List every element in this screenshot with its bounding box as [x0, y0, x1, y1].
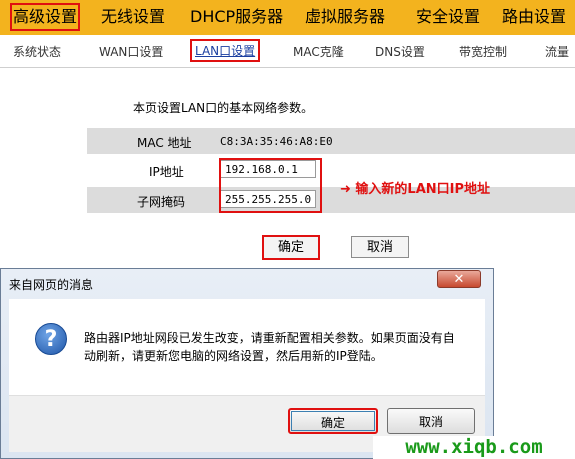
topnav-dhcp-server[interactable]: DHCP服务器 [190, 5, 283, 29]
subnet-mask-row: 子网掩码 255.255.255.0 [87, 187, 575, 213]
subnav-mac-clone[interactable]: MAC克隆 [293, 43, 344, 60]
topnav-security-settings[interactable]: 安全设置 [416, 5, 480, 29]
ip-address-label: IP地址 [149, 165, 184, 179]
subnav-traffic[interactable]: 流量 [545, 43, 569, 60]
subnav-bandwidth-control[interactable]: 带宽控制 [459, 43, 507, 60]
page-intro-text: 本页设置LAN口的基本网络参数。 [133, 101, 314, 115]
topnav-virtual-server[interactable]: 虚拟服务器 [305, 5, 385, 29]
ip-address-row: IP地址 192.168.0.1 [87, 157, 575, 183]
mac-address-label: MAC 地址 [137, 136, 192, 150]
mac-address-value: C8:3A:35:46:A8:E0 [220, 135, 333, 148]
lan-ok-button[interactable]: 确定 [262, 235, 320, 260]
dialog-message: 路由器IP地址网段已发生改变，请重新配置相关参数。如果页面没有自动刷新，请更新您… [84, 331, 455, 363]
message-dialog: 来自网页的消息 ✕ ? 路由器IP地址网段已发生改变，请重新配置相关参数。如果页… [0, 268, 494, 459]
dialog-body: ? 路由器IP地址网段已发生改变，请重新配置相关参数。如果页面没有自动刷新，请更… [9, 299, 485, 395]
dialog-cancel-button[interactable]: 取消 [387, 408, 475, 434]
input-highlight-frame [219, 158, 322, 213]
sub-navigation: 系统状态 WAN口设置 LAN口设置 MAC克隆 DNS设置 带宽控制 流量 [0, 35, 575, 68]
close-icon[interactable]: ✕ [437, 270, 481, 288]
subnav-system-status[interactable]: 系统状态 [13, 43, 61, 60]
topnav-routing-settings[interactable]: 路由设置 [502, 5, 566, 29]
annotation-label: 输入新的LAN口IP地址 [355, 182, 491, 197]
watermark-text: www.xiqb.com [373, 436, 575, 459]
dialog-titlebar[interactable]: 来自网页的消息 ✕ [1, 269, 493, 295]
question-icon: ? [35, 323, 67, 355]
lan-cancel-button[interactable]: 取消 [351, 236, 409, 258]
mac-address-row: MAC 地址 C8:3A:35:46:A8:E0 [87, 128, 575, 154]
dialog-ok-button[interactable]: 确定 [288, 408, 378, 434]
topnav-wireless-settings[interactable]: 无线设置 [101, 5, 165, 29]
subnav-wan-settings[interactable]: WAN口设置 [99, 43, 163, 60]
top-navigation: 高级设置 无线设置 DHCP服务器 虚拟服务器 安全设置 路由设置 [0, 0, 575, 35]
dialog-title: 来自网页的消息 [9, 278, 94, 292]
topnav-advanced-settings[interactable]: 高级设置 [10, 3, 81, 31]
annotation-arrow-text: ➜ 输入新的LAN口IP地址 [340, 182, 491, 197]
subnet-mask-label: 子网掩码 [137, 195, 186, 209]
subnav-lan-settings[interactable]: LAN口设置 [190, 39, 261, 62]
subnav-dns-settings[interactable]: DNS设置 [375, 43, 425, 60]
